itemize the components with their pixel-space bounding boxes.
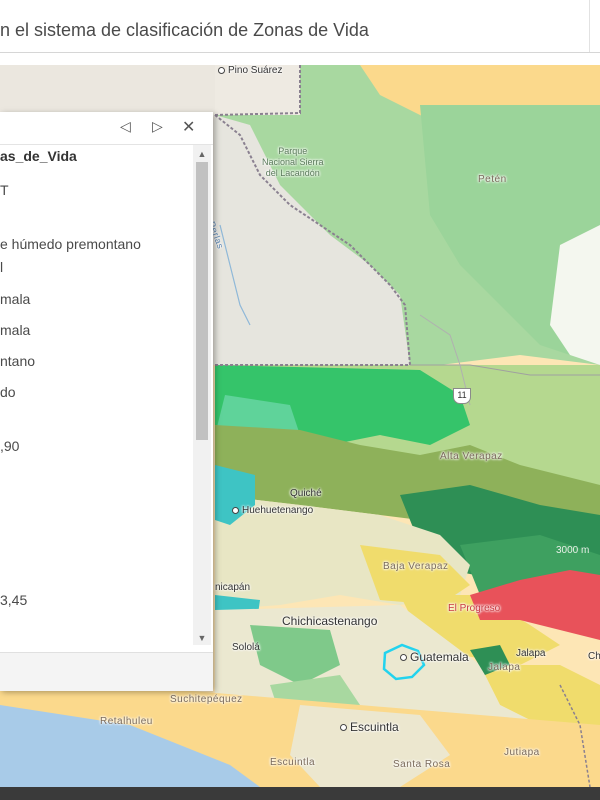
popup-row: do: [0, 384, 16, 400]
popup-footer: [0, 652, 213, 691]
label-huehuetenango: Huehuetenango: [232, 505, 313, 516]
scroll-up-icon[interactable]: ▲: [193, 147, 211, 161]
bottom-bar: [0, 787, 600, 800]
label-el-progreso: El Progreso: [448, 603, 501, 614]
label-escuintla-dept: Escuintla: [270, 757, 316, 768]
popup-content[interactable]: as_de_Vida T e húmedo premontano l mala …: [0, 145, 193, 645]
label-jalapa-dept: Jalapa: [488, 662, 521, 673]
label-santa-rosa: Santa Rosa: [393, 759, 451, 770]
label-pino-suarez: Pino Suárez: [218, 65, 282, 76]
label-guatemala: Guatemala: [400, 650, 469, 664]
app-title: n el sistema de clasificación de Zonas d…: [0, 20, 369, 40]
app-header: n el sistema de clasificación de Zonas d…: [0, 0, 600, 53]
feature-popup: ◁ ▷ ✕ as_de_Vida T e húmedo premontano l…: [0, 112, 213, 691]
label-escuintla: Escuintla: [340, 720, 399, 734]
label-jutiapa: Jutiapa: [504, 747, 540, 758]
popup-heading: as_de_Vida: [0, 148, 77, 164]
popup-scrollbar[interactable]: ▲ ▼: [193, 145, 211, 645]
label-quiche: Quiché: [290, 488, 322, 499]
popup-row: l: [0, 259, 4, 275]
popup-toolbar: ◁ ▷ ✕: [0, 112, 213, 145]
label-chichicastenango: Chichicastenango: [282, 614, 378, 628]
popup-row: 3,45: [0, 592, 28, 608]
highway-shield-11: 11: [453, 388, 471, 404]
label-retalhuleu: Retalhuleu: [100, 716, 153, 727]
label-solola: Sololá: [232, 642, 260, 653]
popup-row: T: [0, 182, 9, 198]
label-peten: Petén: [478, 174, 507, 185]
label-suchitepequez: Suchitepéquez: [170, 694, 243, 705]
label-nicapan: nicapán: [215, 582, 251, 593]
label-chi: Chi: [588, 651, 600, 662]
popup-row: mala: [0, 322, 31, 338]
scrollbar-thumb[interactable]: [196, 162, 208, 440]
scroll-down-icon[interactable]: ▼: [193, 631, 211, 645]
next-feature-button[interactable]: ▷: [152, 118, 163, 135]
label-park-lacandon: Parque Nacional Sierra del Lacandón: [262, 146, 324, 178]
previous-feature-button[interactable]: ◁: [120, 118, 131, 135]
header-edge: [589, 0, 600, 52]
popup-row: ntano: [0, 353, 36, 369]
popup-row: ,90: [0, 438, 20, 454]
label-baja-verapaz: Baja Verapaz: [383, 561, 449, 572]
popup-row: e húmedo premontano: [0, 236, 141, 252]
label-alta-verapaz: Alta Verapaz: [440, 451, 503, 462]
close-popup-button[interactable]: ✕: [182, 117, 195, 137]
popup-row: mala: [0, 291, 31, 307]
label-elevation: 3000 m: [556, 545, 590, 556]
label-jalapa: Jalapa: [516, 648, 546, 659]
